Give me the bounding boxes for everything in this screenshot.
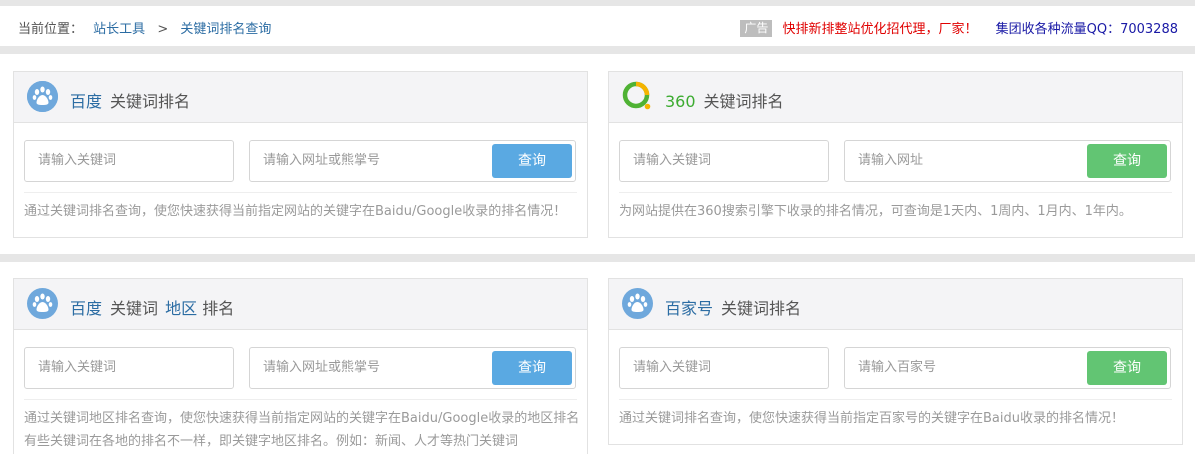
card-title: 百度 关键词排名	[70, 88, 190, 112]
url-input[interactable]: 请输入网址	[845, 141, 1085, 181]
breadcrumb-separator: >	[157, 22, 169, 37]
breadcrumb-label: 当前位置：	[18, 22, 84, 37]
qq-link[interactable]: 集团收各种流量QQ：7003288	[996, 22, 1178, 37]
baidu-region-rank-card: 百度 关键词 地区 排名 请输入关键词 请输入网址或熊掌号 查询 通过关键词地区排…	[13, 278, 588, 454]
section-divider	[0, 46, 1195, 54]
divider	[24, 192, 577, 193]
url-input[interactable]: 请输入网址或熊掌号	[250, 141, 490, 181]
card-title: 百家号 关键词排名	[665, 295, 801, 319]
360-rank-card: 360 关键词排名 请输入关键词 请输入网址 查询 为网站提供在360搜索引擎下收…	[608, 71, 1183, 238]
baijiahao-rank-card: 百家号 关键词排名 请输入关键词 请输入百家号 查询 通过关键词排名查询，使您快速…	[608, 278, 1183, 445]
card-header: 360 关键词排名	[609, 72, 1182, 123]
keyword-input[interactable]: 请输入关键词	[24, 347, 234, 389]
breadcrumb: 当前位置： 站长工具 > 关键词排名查询	[18, 18, 271, 37]
keyword-input[interactable]: 请输入关键词	[619, 347, 829, 389]
360-search-icon	[622, 81, 653, 112]
breadcrumb-link-tools[interactable]: 站长工具	[93, 22, 145, 37]
ad-area: 广告 快排新排整站优化招代理，厂家！ 集团收各种流量QQ：7003288	[740, 18, 1178, 37]
query-form: 请输入关键词 请输入网址 查询	[619, 140, 1172, 183]
ad-link[interactable]: 快排新排整站优化招代理，厂家！	[782, 22, 977, 37]
url-input-group: 请输入网址或熊掌号 查询	[249, 140, 576, 182]
card-title: 百度 关键词 地区 排名	[70, 295, 234, 319]
url-input-group: 请输入网址 查询	[844, 140, 1171, 182]
query-button[interactable]: 查询	[492, 144, 572, 178]
divider	[619, 399, 1172, 400]
brand-label[interactable]: 百度	[70, 299, 102, 318]
baidu-paw-icon	[27, 81, 58, 112]
keyword-input[interactable]: 请输入关键词	[24, 140, 234, 182]
card-description: 为网站提供在360搜索引擎下收录的排名情况，可查询是1天内、1周内、1月内、1年…	[619, 204, 1132, 219]
card-description: 通过关键词排名查询，使您快速获得当前指定网站的关键字在Baidu/Google收…	[24, 204, 567, 219]
url-input-group: 请输入网址或熊掌号 查询	[249, 347, 576, 389]
baidu-rank-card: 百度 关键词排名 请输入关键词 请输入网址或熊掌号 查询 通过关键词排名查询，使您…	[13, 71, 588, 238]
baijiahao-input[interactable]: 请输入百家号	[845, 348, 1085, 388]
divider	[24, 399, 577, 400]
keyword-input[interactable]: 请输入关键词	[619, 140, 829, 182]
breadcrumb-bar: 当前位置： 站长工具 > 关键词排名查询 广告 快排新排整站优化招代理，厂家！ …	[0, 6, 1195, 46]
title-label: 关键词排名	[703, 92, 784, 111]
title-label: 关键词排名	[110, 92, 191, 111]
card-description: 通过关键词排名查询，使您快速获得当前指定百家号的关键字在Baidu收录的排名情况…	[619, 411, 1124, 426]
brand-label[interactable]: 百家号	[665, 299, 713, 318]
card-header: 百度 关键词排名	[14, 72, 587, 123]
card-description: 通过关键词地区排名查询，使您快速获得当前指定网站的关键字在Baidu/Googl…	[24, 407, 584, 453]
title-label: 关键词排名	[721, 299, 802, 318]
description-line-2: 有些关键词在各地的排名不一样，即关键字地区排名。例如：新闻、人才等热门关键词	[24, 434, 519, 449]
section-divider	[0, 254, 1195, 262]
breadcrumb-current[interactable]: 关键词排名查询	[180, 22, 271, 37]
url-input-group: 请输入百家号 查询	[844, 347, 1171, 389]
query-button[interactable]: 查询	[492, 351, 572, 385]
query-form: 请输入关键词 请输入网址或熊掌号 查询	[24, 347, 577, 390]
card-header: 百家号 关键词排名	[609, 279, 1182, 330]
url-input[interactable]: 请输入网址或熊掌号	[250, 348, 490, 388]
ad-tag: 广告	[740, 20, 773, 37]
card-header: 百度 关键词 地区 排名	[14, 279, 587, 330]
card-title: 360 关键词排名	[665, 88, 784, 112]
query-form: 请输入关键词 请输入网址或熊掌号 查询	[24, 140, 577, 183]
query-button[interactable]: 查询	[1087, 144, 1167, 178]
title-label-pre: 关键词	[110, 299, 159, 318]
brand-label[interactable]: 百度	[70, 92, 102, 111]
description-line-1: 通过关键词地区排名查询，使您快速获得当前指定网站的关键字在Baidu/Googl…	[24, 411, 580, 426]
region-label[interactable]: 地区	[165, 299, 197, 318]
baijiahao-paw-icon	[622, 288, 653, 319]
query-form: 请输入关键词 请输入百家号 查询	[619, 347, 1172, 390]
baidu-paw-icon	[27, 288, 58, 319]
title-label-post: 排名	[202, 299, 235, 318]
brand-label[interactable]: 360	[665, 92, 696, 111]
divider	[619, 192, 1172, 193]
query-button[interactable]: 查询	[1087, 351, 1167, 385]
